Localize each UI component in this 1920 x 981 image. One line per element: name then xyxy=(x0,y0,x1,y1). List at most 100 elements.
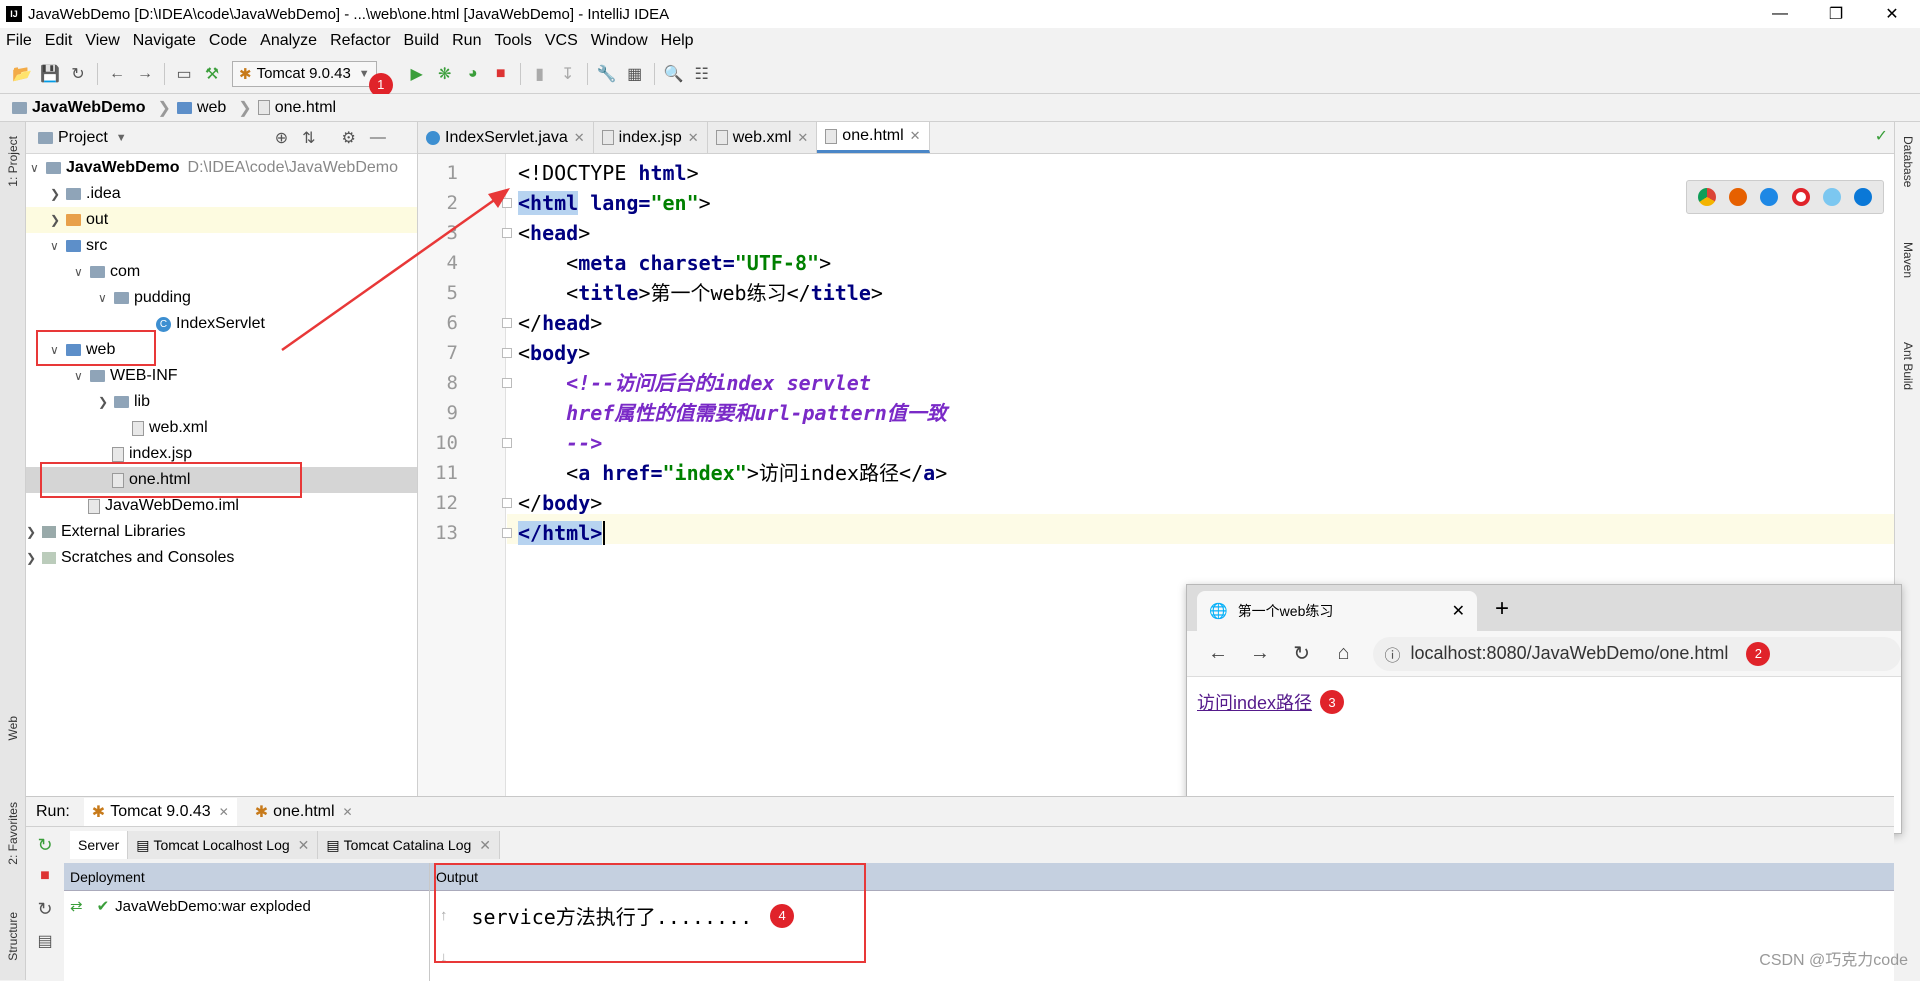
debug-bug-icon[interactable]: ❋ xyxy=(431,60,459,88)
event-log-icon[interactable]: ☷ xyxy=(688,60,716,88)
menu-file[interactable]: File xyxy=(6,32,32,50)
run-icon[interactable]: ▶ xyxy=(403,60,431,88)
tree-item-out[interactable]: ❯ out xyxy=(26,207,417,233)
code-line-7[interactable]: <body> xyxy=(518,338,590,368)
menu-edit[interactable]: Edit xyxy=(45,32,73,50)
close-tab-icon[interactable]: ✕ xyxy=(797,130,808,146)
fold-marker[interactable] xyxy=(502,438,512,448)
chrome-icon[interactable] xyxy=(1698,188,1716,206)
internet-explorer-icon[interactable] xyxy=(1823,188,1841,206)
close-tab-icon[interactable]: ✕ xyxy=(219,805,229,819)
open-folder-icon[interactable]: 📂 xyxy=(8,60,36,88)
tree-item-web-inf[interactable]: ∨ WEB-INF xyxy=(74,363,178,389)
sync-icon[interactable]: ↻ xyxy=(64,60,92,88)
tree-item-idea[interactable]: ❯ .idea xyxy=(50,181,121,207)
tab-index-jsp[interactable]: index.jsp✕ xyxy=(594,122,708,153)
close-tab-icon[interactable]: ✕ xyxy=(343,805,353,819)
tab-indexservlet-java[interactable]: IndexServlet.java✕ xyxy=(418,122,594,153)
vcs-update-icon[interactable]: ▮ xyxy=(526,60,554,88)
code-line-3[interactable]: <head> xyxy=(518,218,590,248)
tree-item-web-xml[interactable]: web.xml xyxy=(132,415,208,441)
index-link[interactable]: 访问index路径 xyxy=(1197,689,1312,715)
menu-build[interactable]: Build xyxy=(404,32,440,50)
close-tab-icon[interactable]: ✕ xyxy=(688,130,699,146)
menu-navigate[interactable]: Navigate xyxy=(133,32,196,50)
fold-marker[interactable] xyxy=(502,228,512,238)
tree-item-root[interactable]: ∨ JavaWebDemo D:\IDEA\code\JavaWebDemo xyxy=(30,155,418,181)
code-line-2[interactable]: <html lang="en"> xyxy=(518,188,711,218)
firefox-icon[interactable] xyxy=(1729,188,1747,206)
fold-marker[interactable] xyxy=(502,528,512,538)
hide-icon[interactable]: — xyxy=(370,129,386,147)
tool-window-database[interactable]: Database xyxy=(1901,136,1915,187)
tool-window-structure[interactable]: Structure xyxy=(6,912,20,961)
forward-icon[interactable]: → xyxy=(1239,642,1281,665)
deployment-row[interactable]: ⇄ ✔ JavaWebDemo:war exploded xyxy=(64,891,429,915)
menu-view[interactable]: View xyxy=(85,32,119,50)
menu-help[interactable]: Help xyxy=(661,32,694,50)
rerun-icon[interactable]: ↻ xyxy=(37,835,52,867)
code-line-10[interactable]: --> xyxy=(518,428,602,458)
fold-marker[interactable] xyxy=(502,198,512,208)
code-line-9[interactable]: href属性的值需要和url-pattern值一致 xyxy=(518,398,947,428)
run-configuration-select[interactable]: ✱ Tomcat 9.0.43 ▼ xyxy=(232,61,377,87)
menu-vcs[interactable]: VCS xyxy=(545,32,578,50)
opera-icon[interactable] xyxy=(1792,188,1810,206)
subtab-catalina-log[interactable]: ▤Tomcat Catalina Log✕ xyxy=(318,831,500,859)
home-icon[interactable]: ⌂ xyxy=(1323,642,1365,665)
fold-marker[interactable] xyxy=(502,498,512,508)
tree-item-external-libraries[interactable]: ❯ External Libraries xyxy=(26,519,186,545)
collapse-icon[interactable]: ⇅ xyxy=(302,128,315,148)
update-icon[interactable]: ↻ xyxy=(37,899,52,931)
menu-refactor[interactable]: Refactor xyxy=(330,32,390,50)
code-line-11[interactable]: <a href="index">访问index路径</a> xyxy=(518,458,947,488)
tree-item-com[interactable]: ∨ com xyxy=(74,259,140,285)
search-icon[interactable]: 🔍 xyxy=(660,60,688,88)
browser-tab[interactable]: 🌐 第一个web练习 ✕ xyxy=(1197,591,1477,631)
coverage-icon[interactable]: ◕ xyxy=(459,60,487,88)
code-line-4[interactable]: <meta charset="UTF-8"> xyxy=(518,248,831,278)
menu-tools[interactable]: Tools xyxy=(494,32,531,50)
tab-one-html[interactable]: one.html✕ xyxy=(817,122,929,153)
close-tab-icon[interactable]: ✕ xyxy=(298,837,310,854)
tree-item-pudding[interactable]: ∨ pudding xyxy=(98,285,191,311)
menu-code[interactable]: Code xyxy=(209,32,247,50)
terminal-icon[interactable]: ▭ xyxy=(170,60,198,88)
edge-icon[interactable] xyxy=(1854,188,1872,206)
new-tab-icon[interactable]: + xyxy=(1495,595,1509,623)
close-tab-icon[interactable]: ✕ xyxy=(910,128,921,144)
gear-icon[interactable]: ⚙ xyxy=(342,128,356,148)
back-icon[interactable]: ← xyxy=(1197,642,1239,665)
breadcrumb-file[interactable]: one.html xyxy=(258,99,336,117)
subtab-server[interactable]: Server xyxy=(70,831,128,859)
settings-wrench-icon[interactable]: 🔧 xyxy=(593,60,621,88)
close-tab-icon[interactable]: ✕ xyxy=(1452,601,1465,621)
tree-item-scratches[interactable]: ❯ Scratches and Consoles xyxy=(26,545,234,571)
code-line-8[interactable]: <!--访问后台的index servlet xyxy=(518,368,871,398)
stop-icon[interactable]: ■ xyxy=(40,867,50,899)
run-tab-tomcat[interactable]: ✱ Tomcat 9.0.43 ✕ xyxy=(84,798,237,826)
menu-window[interactable]: Window xyxy=(591,32,648,50)
build-hammer-icon[interactable]: ⚒ xyxy=(198,60,226,88)
fold-marker[interactable] xyxy=(502,318,512,328)
address-bar[interactable]: ⓘ localhost:8080/JavaWebDemo/one.html 2 xyxy=(1373,637,1901,671)
code-line-12[interactable]: </body> xyxy=(518,488,602,518)
forward-icon[interactable]: → xyxy=(131,60,159,88)
stop-icon[interactable]: ■ xyxy=(487,60,515,88)
project-view-select[interactable]: Project xyxy=(58,129,108,147)
chevron-down-icon[interactable]: ▼ xyxy=(116,132,127,144)
breadcrumb-web[interactable]: web xyxy=(177,99,226,117)
layout-icon[interactable]: ▤ xyxy=(37,931,52,963)
close-tab-icon[interactable]: ✕ xyxy=(479,837,491,854)
tool-window-maven[interactable]: Maven xyxy=(1901,242,1915,278)
vcs-commit-icon[interactable]: ↧ xyxy=(554,60,582,88)
project-structure-icon[interactable]: ▦ xyxy=(621,60,649,88)
close-tab-icon[interactable]: ✕ xyxy=(574,130,585,146)
locate-target-icon[interactable]: ⊕ xyxy=(275,128,288,148)
menu-analyze[interactable]: Analyze xyxy=(260,32,317,50)
fold-marker[interactable] xyxy=(502,378,512,388)
code-line-13[interactable]: </html> xyxy=(518,518,605,548)
tree-item-lib[interactable]: ❯ lib xyxy=(98,389,150,415)
tree-item-indexservlet[interactable]: C IndexServlet xyxy=(156,311,265,337)
back-icon[interactable]: ← xyxy=(103,60,131,88)
